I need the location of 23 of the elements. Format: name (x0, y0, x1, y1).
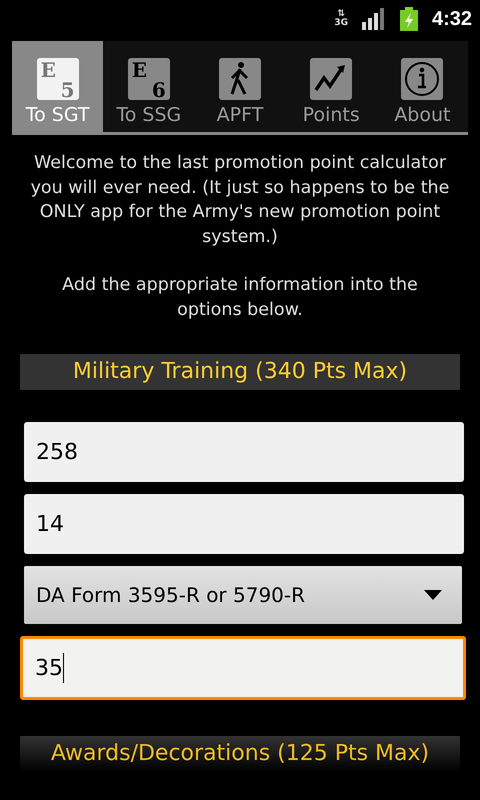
grade-icon: E 6 (128, 58, 170, 100)
signal-icon (362, 8, 386, 30)
section-header: Military Training (340 Pts Max) (20, 354, 460, 390)
tab[interactable]: E 6 To SSG (103, 41, 194, 132)
dropdown-arrow-icon (424, 590, 442, 600)
tab[interactable]: About (376, 41, 468, 132)
tab[interactable]: Points (286, 41, 377, 132)
dropdown[interactable]: DA Form 3595-R or 5790-R (24, 566, 462, 624)
tab[interactable]: E 5 To SGT (12, 41, 104, 132)
network-icon: ⇅ 3G (334, 10, 348, 28)
clock-time: 4:32 (432, 8, 472, 30)
grade-icon: E 5 (36, 58, 79, 100)
trend-chart-icon (310, 58, 352, 100)
section-header: Awards/Decorations (125 Pts Max) (20, 736, 460, 772)
battery-icon (400, 7, 418, 31)
intro-paragraph: Add the appropriate information into the options below. (61, 274, 419, 322)
tab[interactable]: APFT (194, 41, 286, 132)
walking-person-icon (219, 58, 261, 100)
intro-paragraph: Welcome to the last promotion point calculator you will ever need. (It just so happens to be the ONLY app for the Army's new promotion point system.) (30, 152, 450, 248)
info-icon (401, 58, 444, 100)
input-field[interactable]: 258 (24, 422, 464, 482)
input-field[interactable]: 14 (24, 494, 464, 554)
input-field[interactable]: 35 (20, 636, 466, 700)
